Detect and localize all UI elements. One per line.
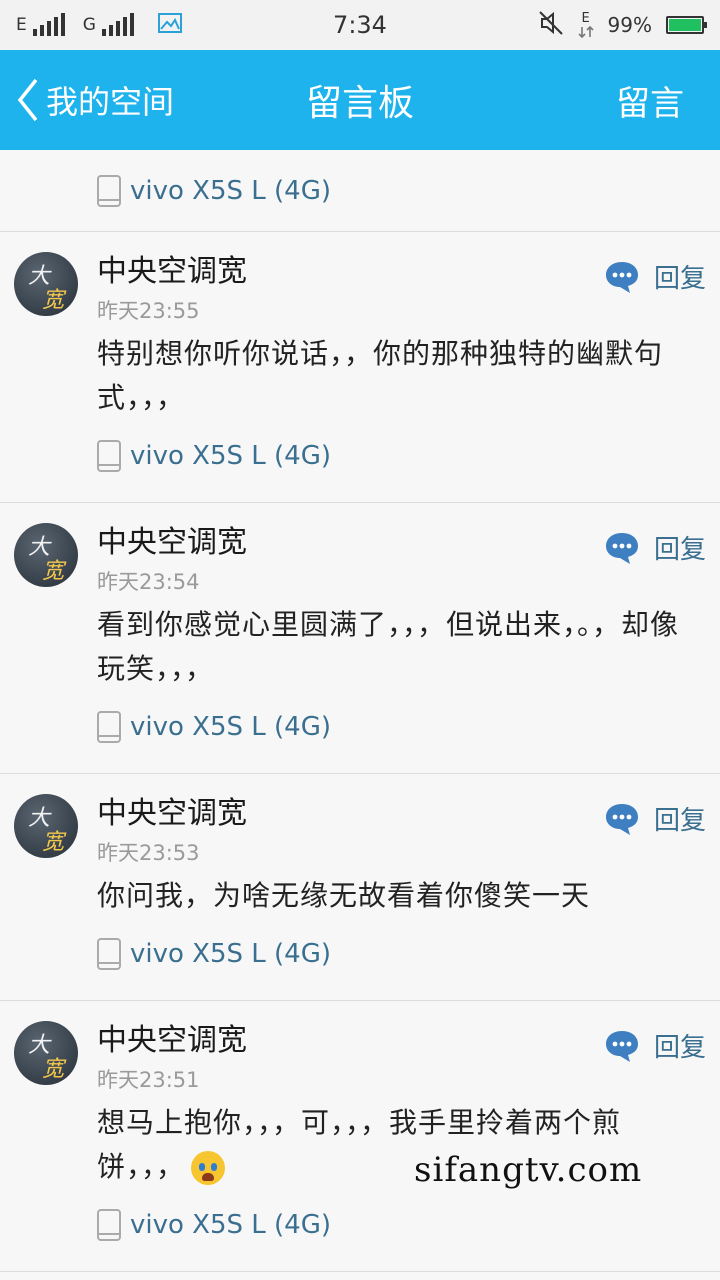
avatar[interactable]: 大 宽 xyxy=(14,794,78,858)
clock: 7:34 xyxy=(333,11,387,39)
comment-bubble-icon xyxy=(605,803,638,835)
list-item: vivo X5S L (4G) xyxy=(0,150,720,232)
device-info: vivo X5S L (4G) xyxy=(96,171,331,211)
message-text: 你问我，为啥无缘无故看着你傻笑一天 xyxy=(97,874,700,918)
device-label: vivo X5S L (4G) xyxy=(130,939,332,969)
reply-button[interactable]: 回复 xyxy=(604,258,706,295)
avatar-text-bottom: 宽 xyxy=(42,559,65,584)
device-info: vivo X5S L (4G) xyxy=(96,934,720,974)
message-time: 昨天23:54 xyxy=(97,570,200,594)
avatar-text-bottom: 宽 xyxy=(42,1057,65,1082)
comment-bubble-icon xyxy=(605,1030,638,1062)
avatar[interactable]: 大 宽 xyxy=(14,252,78,316)
message-text-content: 你问我，为啥无缘无故看着你傻笑一天 xyxy=(97,879,591,912)
comment-bubble-icon xyxy=(605,261,638,293)
phone-icon xyxy=(97,1209,121,1241)
reply-button[interactable]: 回复 xyxy=(604,1027,706,1064)
watermark: sifangtv.com xyxy=(414,1150,643,1190)
phone-icon xyxy=(97,711,121,743)
comment-bubble-icon xyxy=(605,532,638,564)
reply-button[interactable]: 回复 xyxy=(604,529,706,566)
message-item: 大 宽 回复 中央空调宽 昨天23:55 特别想你听你说话，，你的那种独特的幽默… xyxy=(0,232,720,503)
post-message-button[interactable]: 留言 xyxy=(616,76,684,125)
phone-icon xyxy=(97,174,121,207)
crying-face-emoji-icon xyxy=(191,1151,226,1185)
avatar[interactable]: 大 宽 xyxy=(14,1021,78,1085)
reply-label: 回复 xyxy=(653,806,706,836)
avatar[interactable]: 大 宽 xyxy=(14,523,78,587)
title-bar: 我的空间 留言板 留言 xyxy=(0,50,720,150)
status-bar: E G 7:34 E 99% xyxy=(0,0,720,50)
phone-icon xyxy=(97,440,121,472)
reply-button[interactable]: 回复 xyxy=(604,800,706,837)
device-info: vivo X5S L (4G) xyxy=(96,1205,720,1245)
device-label: vivo X5S L (4G) xyxy=(130,712,332,742)
chevron-left-icon xyxy=(17,78,38,122)
message-text-content: 特别想你听你说话，，你的那种独特的幽默句式，，， xyxy=(97,337,664,414)
reply-label: 回复 xyxy=(653,264,706,294)
device-info: vivo X5S L (4G) xyxy=(96,707,720,747)
message-text: 看到你感觉心里圆满了，，，但说出来，。，却像玩笑，，， xyxy=(97,603,700,691)
back-label: 我的空间 xyxy=(46,83,175,121)
phone-icon xyxy=(97,938,121,970)
reply-label: 回复 xyxy=(653,1033,706,1063)
device-label: vivo X5S L (4G) xyxy=(130,175,332,206)
message-time: 昨天23:51 xyxy=(97,1068,200,1092)
message-text-content: 看到你感觉心里圆满了，，，但说出来，。，却像玩笑，，， xyxy=(97,608,680,685)
message-item: 大 宽 回复 中央空调宽 昨天23:51 想马上抱你，，，可，，，我手里拎着两个… xyxy=(0,1001,720,1272)
message-time: 昨天23:55 xyxy=(97,299,200,323)
avatar-text-bottom: 宽 xyxy=(42,288,65,313)
message-text: 特别想你听你说话，，你的那种独特的幽默句式，，， xyxy=(97,332,700,420)
reply-label: 回复 xyxy=(653,535,706,565)
message-item: 大 宽 回复 中央空调宽 昨天23:53 你问我，为啥无缘无故看着你傻笑一天 v… xyxy=(0,774,720,1001)
message-time: 昨天23:53 xyxy=(97,841,200,865)
back-button[interactable]: 我的空间 xyxy=(0,77,174,123)
battery-icon xyxy=(666,16,707,34)
device-label: vivo X5S L (4G) xyxy=(130,1210,332,1240)
avatar-text-bottom: 宽 xyxy=(42,830,65,855)
device-info: vivo X5S L (4G) xyxy=(96,436,720,476)
device-label: vivo X5S L (4G) xyxy=(130,441,332,471)
message-item: 大 宽 回复 中央空调宽 昨天23:54 看到你感觉心里圆满了，，，但说出来，。… xyxy=(0,503,720,774)
